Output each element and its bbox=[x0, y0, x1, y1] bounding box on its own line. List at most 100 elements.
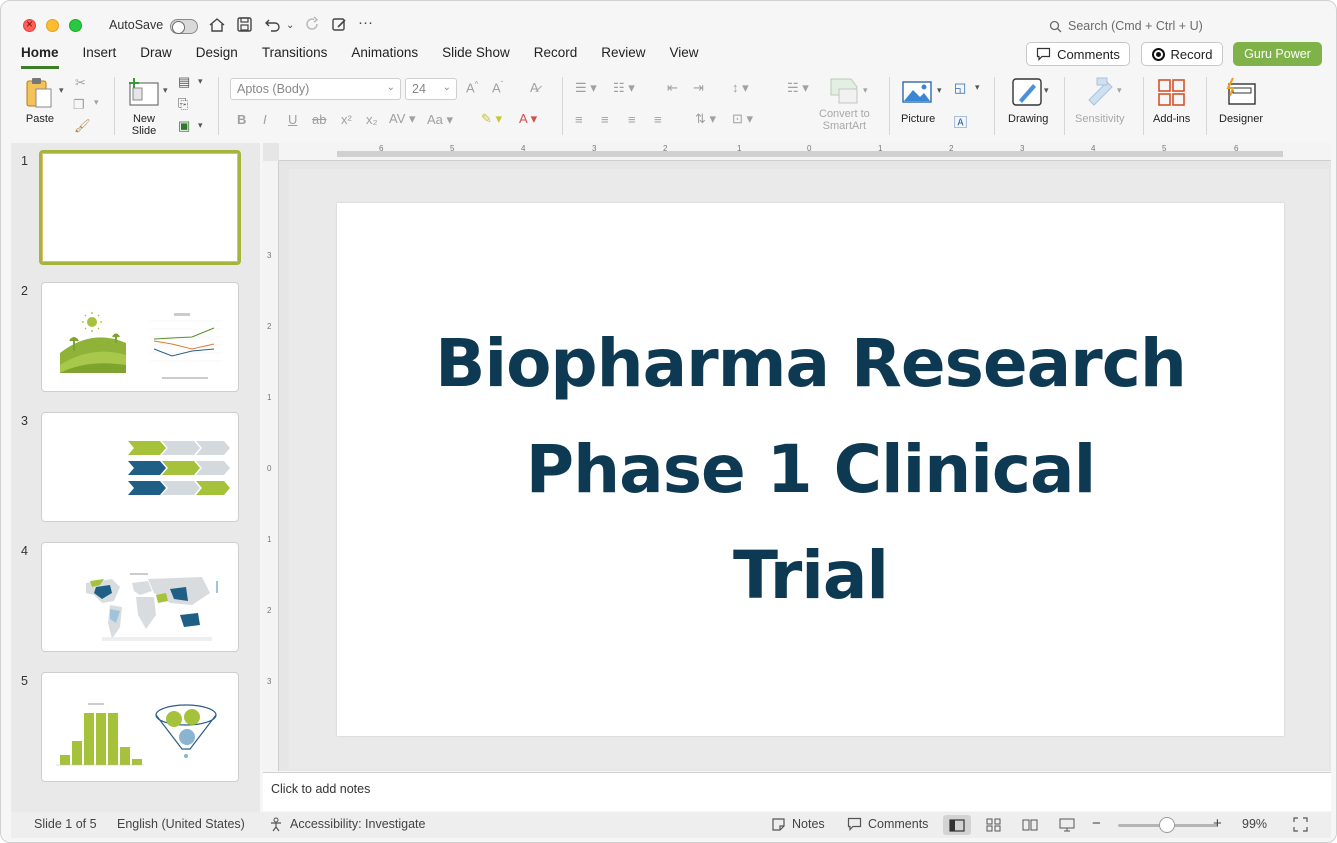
section-icon[interactable]: ▣ bbox=[178, 118, 190, 134]
drawing-button[interactable]: Drawing bbox=[1008, 71, 1048, 125]
tab-animations[interactable]: Animations bbox=[351, 45, 418, 69]
notes-pane[interactable]: Click to add notes bbox=[263, 772, 1331, 811]
copy-icon[interactable]: ❐ bbox=[73, 97, 85, 113]
minimize-window-button[interactable] bbox=[46, 19, 59, 32]
strikethrough-icon[interactable]: ab bbox=[312, 112, 326, 127]
convert-smartart-button[interactable]: Convert to SmartArt bbox=[819, 71, 870, 132]
reset-slide-icon[interactable]: ⎘ bbox=[178, 96, 188, 112]
format-painter-icon[interactable]: 🖌 bbox=[74, 118, 91, 134]
justify-icon[interactable]: ≡ bbox=[654, 112, 662, 127]
font-name-select[interactable]: Aptos (Body) ⌄ bbox=[230, 78, 401, 100]
slide-sorter-button[interactable] bbox=[980, 815, 1008, 835]
bold-icon[interactable]: B bbox=[237, 112, 246, 127]
slideshow-view-button[interactable] bbox=[1053, 815, 1081, 835]
smartart-dropdown-icon[interactable]: ▾ bbox=[863, 85, 868, 96]
comments-button[interactable]: Comments bbox=[1026, 42, 1130, 66]
numbering-icon[interactable]: ☷ ▾ bbox=[613, 80, 635, 96]
tab-home[interactable]: Home bbox=[21, 45, 59, 69]
tab-slide-show[interactable]: Slide Show bbox=[442, 45, 510, 69]
increase-font-icon[interactable]: A^ bbox=[466, 80, 478, 95]
search-box[interactable]: Search (Cmd + Ctrl + U) bbox=[1049, 19, 1203, 33]
redo-icon[interactable] bbox=[304, 16, 321, 37]
align-text-icon[interactable]: ⊡ ▾ bbox=[732, 111, 753, 127]
language-indicator[interactable]: English (United States) bbox=[117, 817, 245, 831]
paste-button[interactable]: Paste bbox=[23, 71, 57, 125]
increase-indent-icon[interactable]: ⇥ bbox=[693, 80, 704, 96]
accessibility-icon[interactable] bbox=[269, 817, 284, 835]
guru-power-button[interactable]: Guru Power bbox=[1233, 42, 1322, 66]
comments-toggle-icon[interactable] bbox=[847, 817, 862, 834]
tab-insert[interactable]: Insert bbox=[83, 45, 117, 69]
zoom-level[interactable]: 99% bbox=[1242, 817, 1267, 831]
tab-transitions[interactable]: Transitions bbox=[262, 45, 328, 69]
autosave-toggle[interactable] bbox=[170, 19, 198, 34]
align-center-icon[interactable]: ≡ bbox=[601, 112, 609, 127]
undo-dropdown-icon[interactable]: ⌄ bbox=[286, 20, 294, 31]
section-dropdown-icon[interactable]: ▾ bbox=[198, 120, 203, 131]
shapes-icon[interactable]: ◱ bbox=[954, 80, 966, 96]
picture-button[interactable]: Picture bbox=[901, 71, 935, 125]
slide-thumbnail-5[interactable] bbox=[41, 672, 239, 782]
tab-design[interactable]: Design bbox=[196, 45, 238, 69]
highlight-icon[interactable]: ✎ ▾ bbox=[481, 111, 502, 127]
sensitivity-dropdown-icon[interactable]: ▾ bbox=[1117, 85, 1122, 96]
current-slide[interactable]: Biopharma Research Phase 1 Clinical Tria… bbox=[337, 203, 1284, 736]
decrease-font-icon[interactable]: Aˇ bbox=[492, 80, 503, 95]
zoom-slider-handle[interactable] bbox=[1159, 817, 1175, 833]
line-spacing-icon[interactable]: ↕ ▾ bbox=[732, 80, 749, 96]
underline-icon[interactable]: U bbox=[288, 112, 297, 127]
font-color-icon[interactable]: A ▾ bbox=[519, 111, 537, 127]
slide-thumbnail-3[interactable] bbox=[41, 412, 239, 522]
designer-button[interactable]: Designer bbox=[1219, 71, 1263, 125]
home-icon[interactable] bbox=[208, 16, 226, 38]
new-slide-button[interactable]: New Slide bbox=[127, 71, 161, 137]
notes-toggle-icon[interactable] bbox=[771, 817, 786, 834]
fit-to-window-icon[interactable] bbox=[1293, 817, 1308, 835]
align-right-icon[interactable]: ≡ bbox=[628, 112, 636, 127]
character-spacing-icon[interactable]: AV ▾ bbox=[389, 111, 416, 127]
layout-icon[interactable]: ▤ bbox=[178, 74, 190, 90]
italic-icon[interactable]: I bbox=[263, 112, 267, 127]
drawing-dropdown-icon[interactable]: ▾ bbox=[1044, 85, 1049, 96]
bullets-icon[interactable]: ☰ ▾ bbox=[575, 80, 597, 96]
align-left-icon[interactable]: ≡ bbox=[575, 112, 583, 127]
normal-view-button[interactable] bbox=[943, 815, 971, 835]
clear-formatting-icon[interactable]: A̷ bbox=[530, 80, 539, 95]
undo-icon[interactable] bbox=[264, 16, 281, 37]
slide-thumbnail-1[interactable] bbox=[39, 150, 241, 265]
vertical-ruler[interactable]: 3 2 1 0 1 2 3 bbox=[263, 161, 279, 771]
shapes-dropdown-icon[interactable]: ▾ bbox=[975, 82, 980, 93]
slide-thumbnail-4[interactable] bbox=[41, 542, 239, 652]
tab-draw[interactable]: Draw bbox=[140, 45, 172, 69]
zoom-window-button[interactable] bbox=[69, 19, 82, 32]
customize-icon[interactable] bbox=[331, 16, 348, 37]
tab-view[interactable]: View bbox=[670, 45, 699, 69]
text-direction-icon[interactable]: ⇅ ▾ bbox=[695, 111, 716, 127]
slide-title[interactable]: Biopharma Research Phase 1 Clinical Tria… bbox=[337, 311, 1284, 629]
tab-record[interactable]: Record bbox=[534, 45, 578, 69]
notes-toggle[interactable]: Notes bbox=[792, 817, 825, 831]
layout-dropdown-icon[interactable]: ▾ bbox=[198, 76, 203, 87]
copy-dropdown-icon[interactable]: ▾ bbox=[94, 97, 99, 108]
sensitivity-button[interactable]: Sensitivity bbox=[1075, 71, 1125, 125]
picture-dropdown-icon[interactable]: ▾ bbox=[937, 85, 942, 96]
addins-button[interactable]: Add-ins bbox=[1153, 71, 1190, 125]
tab-review[interactable]: Review bbox=[601, 45, 645, 69]
slide-thumbnails-panel[interactable]: 1 2 3 4 5 bbox=[11, 143, 260, 812]
zoom-out-icon[interactable]: − bbox=[1092, 815, 1101, 832]
columns-icon[interactable]: ☵ ▾ bbox=[787, 80, 809, 96]
change-case-icon[interactable]: Aa ▾ bbox=[427, 112, 453, 128]
cut-icon[interactable]: ✂ bbox=[75, 75, 86, 91]
superscript-icon[interactable]: x² bbox=[341, 112, 352, 127]
subscript-icon[interactable]: x₂ bbox=[366, 112, 378, 127]
font-size-select[interactable]: 24 ⌄ bbox=[405, 78, 457, 100]
save-icon[interactable] bbox=[236, 16, 253, 37]
accessibility-status[interactable]: Accessibility: Investigate bbox=[290, 817, 425, 831]
comments-toggle[interactable]: Comments bbox=[868, 817, 928, 831]
horizontal-ruler[interactable]: 6 5 4 3 2 1 0 1 2 3 4 5 6 bbox=[279, 143, 1331, 161]
record-button[interactable]: Record bbox=[1141, 42, 1223, 66]
paste-dropdown-icon[interactable]: ▾ bbox=[59, 85, 64, 96]
text-box-icon[interactable]: 🄰 bbox=[954, 112, 967, 131]
close-window-button[interactable] bbox=[23, 17, 36, 32]
decrease-indent-icon[interactable]: ⇤ bbox=[667, 80, 678, 96]
